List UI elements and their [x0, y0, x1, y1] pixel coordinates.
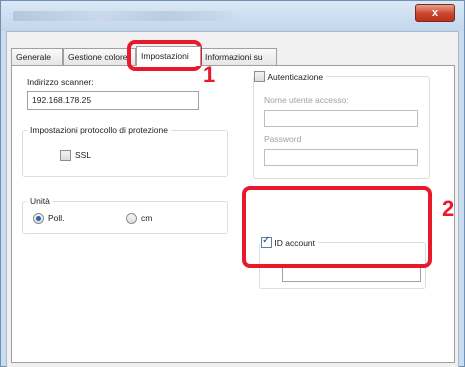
units-group: Unità Poll. cm [22, 196, 228, 234]
authentication-group: Autenticazione Nome utente accesso: Pass… [253, 71, 430, 179]
unit-poll-label: Poll. [48, 213, 65, 223]
username-label: Nome utente accesso: [264, 95, 349, 105]
scanner-address-input[interactable]: 192.168.178.25 [27, 91, 199, 110]
title-bar[interactable]: x [1, 1, 464, 31]
password-input[interactable] [264, 149, 418, 166]
protection-group-title: Impostazioni protocollo di protezione [27, 125, 171, 135]
protection-group: Impostazioni protocollo di protezione SS… [22, 125, 228, 177]
callout-2-number: 2 [442, 196, 455, 221]
password-label: Password [264, 134, 302, 144]
ssl-checkbox[interactable] [60, 150, 71, 161]
callout-1-number: 1 [203, 62, 216, 87]
ssl-label: SSL [75, 150, 92, 160]
authentication-label: Autenticazione [267, 71, 324, 82]
username-input[interactable] [264, 110, 418, 127]
authentication-group-header: Autenticazione [254, 71, 327, 83]
close-button[interactable]: x [415, 4, 455, 22]
authentication-checkbox[interactable] [254, 71, 265, 83]
unit-cm-label: cm [141, 213, 153, 223]
unit-cm-radio[interactable] [126, 213, 137, 224]
callout-2-highlight [242, 186, 432, 268]
unit-poll-radio[interactable] [33, 213, 44, 224]
dialog-window: x Generale Gestione colore Impostazioni … [0, 0, 465, 367]
tab-gestione-colore[interactable]: Gestione colore [63, 48, 136, 65]
scanner-address-label: Indirizzo scanner: [27, 77, 94, 87]
window-title-blurred [13, 11, 233, 21]
tab-generale[interactable]: Generale [11, 48, 63, 65]
units-group-title: Unità [27, 196, 53, 206]
tab-impostazioni[interactable]: Impostazioni [136, 46, 201, 66]
